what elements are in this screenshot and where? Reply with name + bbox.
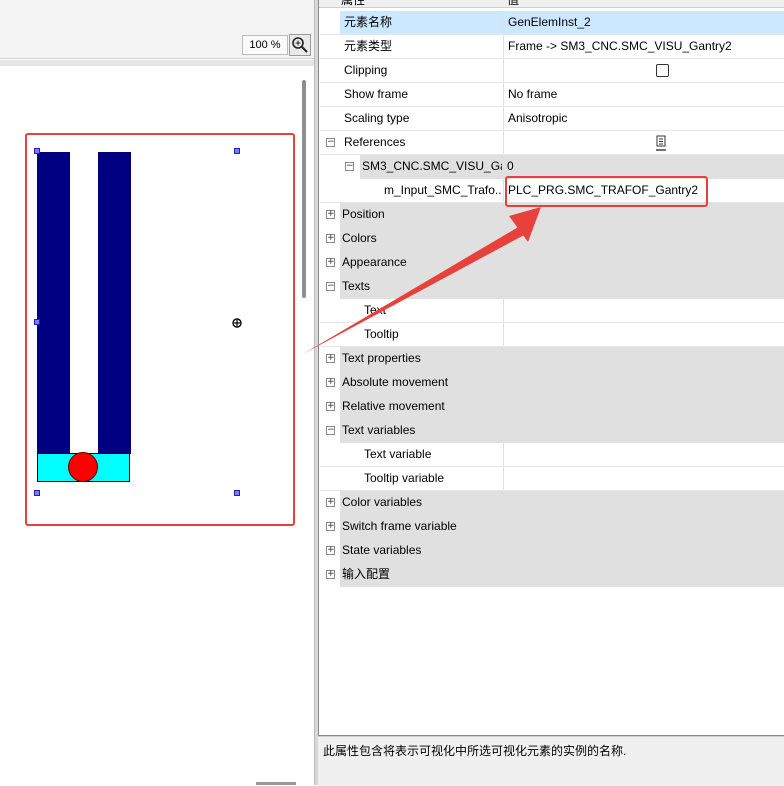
property-row-text-variable[interactable]: Text variable — [320, 443, 784, 467]
property-label: Absolute movement — [342, 375, 449, 389]
resize-handle-middle-left[interactable] — [34, 319, 40, 325]
property-label: Text variable — [364, 447, 432, 461]
reference-instance-value: 0 — [507, 159, 514, 173]
clipping-value — [503, 59, 784, 82]
property-label: Relative movement — [342, 399, 445, 413]
collapse-icon[interactable]: − — [326, 282, 335, 291]
property-row-text-properties[interactable]: + Text properties — [320, 347, 784, 371]
property-row-appearance[interactable]: + Appearance — [320, 251, 784, 275]
property-label: Text — [364, 303, 387, 317]
rotation-center-icon[interactable] — [232, 317, 242, 328]
show-frame-value[interactable]: No frame — [503, 83, 784, 106]
property-label: 输入配置 — [342, 567, 391, 581]
property-label: 元素名称 — [344, 15, 393, 29]
property-row-references[interactable]: − References — [320, 131, 784, 155]
property-label: Show frame — [344, 87, 409, 101]
column-header-value[interactable]: 值 — [507, 0, 519, 6]
property-row-absolute-movement[interactable]: + Absolute movement — [320, 371, 784, 395]
editor-toolbar: 100 % — [0, 0, 314, 59]
property-row-element-name[interactable]: 元素名称 GenElemInst_2 — [320, 11, 784, 35]
property-grid-header: 属性 值 — [319, 0, 784, 8]
expand-icon[interactable]: + — [326, 498, 335, 507]
zoom-lens-icon[interactable] — [289, 34, 311, 56]
expand-icon[interactable]: + — [326, 234, 335, 243]
property-row-texts[interactable]: − Texts — [320, 275, 784, 299]
resize-handle-bottom-right[interactable] — [234, 490, 240, 496]
expand-icon[interactable]: + — [326, 258, 335, 267]
property-label: Tooltip variable — [364, 471, 445, 485]
property-row-clipping[interactable]: Clipping — [320, 59, 784, 83]
gantry-left-column[interactable] — [37, 152, 70, 454]
text-value[interactable] — [503, 299, 784, 322]
property-description: 此属性包含将表示可视化中所选可视化元素的实例的名称. — [323, 744, 627, 758]
property-row-tooltip[interactable]: Tooltip — [320, 323, 784, 347]
property-label: SM3_CNC.SMC_VISU_Ga... — [362, 159, 502, 173]
clipping-checkbox[interactable] — [656, 64, 669, 77]
property-row-color-variables[interactable]: + Color variables — [320, 491, 784, 515]
property-row-input-configuration[interactable]: + 输入配置 — [320, 563, 784, 587]
property-label: m_Input_SMC_Trafo... — [384, 183, 502, 197]
property-label: Colors — [342, 231, 377, 245]
annotation-value-box — [505, 176, 708, 207]
element-type-value: Frame -> SM3_CNC.SMC_VISU_Gantry2 — [503, 35, 784, 58]
property-row-text[interactable]: Text — [320, 299, 784, 323]
property-label: State variables — [342, 543, 422, 557]
property-label: Clipping — [344, 63, 388, 77]
property-label: Appearance — [342, 255, 407, 269]
resize-handle-bottom-left[interactable] — [34, 490, 40, 496]
property-row-state-variables[interactable]: + State variables — [320, 539, 784, 563]
property-label: Switch frame variable — [342, 519, 457, 533]
scaling-type-value[interactable]: Anisotropic — [503, 107, 784, 130]
gantry-right-column[interactable] — [98, 152, 131, 454]
tooltip-variable-value[interactable] — [503, 467, 784, 490]
ruler-strip — [0, 60, 314, 66]
gantry-tool-circle[interactable] — [68, 452, 98, 482]
property-row-tooltip-variable[interactable]: Tooltip variable — [320, 467, 784, 491]
property-label: Tooltip — [364, 327, 399, 341]
collapse-icon[interactable]: − — [326, 426, 335, 435]
property-row-switch-frame-variable[interactable]: + Switch frame variable — [320, 515, 784, 539]
collapse-icon[interactable]: − — [326, 138, 335, 147]
property-label: Text properties — [342, 351, 421, 365]
expand-icon[interactable]: + — [326, 402, 335, 411]
property-grid: 属性 值 元素名称 GenElemInst_2 元素类型 Frame -> SM… — [318, 0, 784, 736]
property-label: Position — [342, 207, 385, 221]
property-label: Scaling type — [344, 111, 410, 125]
property-row-relative-movement[interactable]: + Relative movement — [320, 395, 784, 419]
property-row-colors[interactable]: + Colors — [320, 227, 784, 251]
expand-icon[interactable]: + — [326, 546, 335, 555]
zoom-level-field[interactable]: 100 % — [242, 35, 288, 55]
tooltip-value[interactable] — [503, 323, 784, 346]
column-header-property[interactable]: 属性 — [341, 0, 365, 6]
properties-pane: 属性 值 元素名称 GenElemInst_2 元素类型 Frame -> SM… — [318, 0, 784, 786]
expand-icon[interactable]: + — [326, 522, 335, 531]
property-row-show-frame[interactable]: Show frame No frame — [320, 83, 784, 107]
expand-icon[interactable]: + — [326, 378, 335, 387]
property-label: Color variables — [342, 495, 423, 509]
property-row-element-type[interactable]: 元素类型 Frame -> SM3_CNC.SMC_VISU_Gantry2 — [320, 35, 784, 59]
expand-icon[interactable]: + — [326, 570, 335, 579]
property-label: 元素类型 — [344, 39, 393, 53]
text-variable-value[interactable] — [503, 443, 784, 466]
visu-editor-pane: 100 % — [0, 0, 314, 785]
resize-handle-top-right[interactable] — [234, 148, 240, 154]
expand-icon[interactable]: + — [326, 210, 335, 219]
input-assistant-icon[interactable] — [655, 133, 667, 153]
property-row-scaling-type[interactable]: Scaling type Anisotropic — [320, 107, 784, 131]
description-panel: 此属性包含将表示可视化中所选可视化元素的实例的名称. — [318, 736, 784, 786]
resize-handle-top-left[interactable] — [34, 148, 40, 154]
vertical-scrollbar[interactable] — [302, 80, 306, 298]
element-name-value[interactable]: GenElemInst_2 — [503, 11, 784, 34]
property-label: Texts — [342, 279, 371, 293]
property-row-text-variables[interactable]: − Text variables — [320, 419, 784, 443]
collapse-icon[interactable]: − — [345, 162, 354, 171]
property-label: References — [344, 135, 406, 149]
references-value — [503, 131, 784, 154]
property-label: Text variables — [342, 423, 416, 437]
expand-icon[interactable]: + — [326, 354, 335, 363]
